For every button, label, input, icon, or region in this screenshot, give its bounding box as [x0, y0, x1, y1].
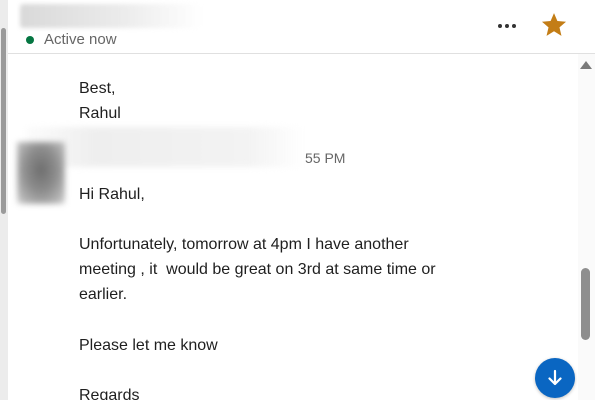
- conversation-header: Active now: [8, 0, 595, 54]
- outer-scrollbar-thumb[interactable]: [1, 28, 6, 214]
- message-body-line: Unfortunately, tomorrow at 4pm I have an…: [79, 236, 409, 253]
- thread-scrollbar-thumb[interactable]: [581, 268, 590, 340]
- signoff-line: Best,: [79, 80, 116, 97]
- message-thread: Best, Rahul 55 PM Hi Rahul, Unfortunatel…: [8, 54, 578, 400]
- contact-name-redacted: [20, 4, 202, 28]
- jump-to-latest-button[interactable]: [535, 358, 575, 398]
- star-icon[interactable]: [540, 11, 568, 39]
- message-greeting: Hi Rahul,: [79, 186, 145, 203]
- active-status-dot: [26, 35, 34, 44]
- outer-scrollbar[interactable]: [0, 0, 8, 400]
- sender-name-redacted: [26, 127, 304, 167]
- scroll-up-icon[interactable]: [580, 61, 592, 69]
- status-text: Active now: [44, 31, 117, 48]
- arrow-down-icon: [548, 369, 562, 386]
- presence-status: Active now: [26, 31, 117, 48]
- message-body-line: meeting , it would be great on 3rd at sa…: [79, 261, 436, 278]
- message-closing: Regards: [79, 387, 140, 400]
- signoff-name: Rahul: [79, 105, 121, 122]
- avatar[interactable]: [17, 142, 65, 204]
- thread-scrollbar[interactable]: [578, 54, 595, 400]
- more-options-icon[interactable]: [492, 16, 522, 36]
- message-body-line: earlier.: [79, 286, 128, 303]
- message-request: Please let me know: [79, 337, 218, 354]
- message-timestamp: 55 PM: [305, 150, 346, 166]
